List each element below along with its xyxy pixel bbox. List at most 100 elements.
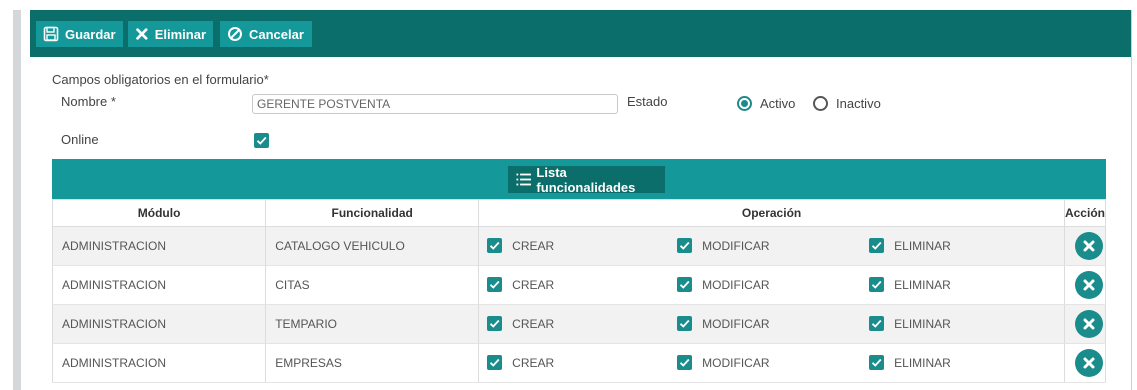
delete-circle-icon <box>1083 279 1095 291</box>
op-eliminar-checkbox[interactable]: ELIMINAR <box>869 238 951 253</box>
functionalities-table: Módulo Funcionalidad Operación Acción AD… <box>51 199 1107 383</box>
nombre-input[interactable] <box>252 94 618 114</box>
op-crear-checkbox[interactable]: CREAR <box>487 277 554 292</box>
op-modificar-checkbox[interactable]: MODIFICAR <box>677 316 770 331</box>
cell-operaciones: CREAR MODIFICAR ELIMINAR <box>478 265 1065 305</box>
save-button[interactable]: Guardar <box>36 21 123 47</box>
header-modulo: Módulo <box>51 199 267 227</box>
delete-row-button[interactable] <box>1075 271 1104 299</box>
cell-modulo: ADMINISTRACION <box>51 265 267 305</box>
cell-modulo: ADMINISTRACION <box>51 304 267 344</box>
cell-operaciones: CREAR MODIFICAR ELIMINAR <box>478 343 1065 383</box>
checkbox <box>487 316 503 331</box>
save-label: Guardar <box>65 26 116 42</box>
op-crear-checkbox[interactable]: CREAR <box>487 316 554 331</box>
cell-accion <box>1063 343 1107 383</box>
close-icon <box>136 28 148 40</box>
checkbox-checked-icon <box>872 358 882 367</box>
op-eliminar-checkbox[interactable]: ELIMINAR <box>869 355 951 370</box>
checkbox-checked-icon <box>680 280 690 289</box>
nombre-label: Nombre * <box>61 94 116 109</box>
op-crear-label: CREAR <box>512 316 555 331</box>
checkbox <box>869 277 885 292</box>
checkbox-checked-icon <box>490 358 500 367</box>
op-eliminar-label: ELIMINAR <box>894 277 951 292</box>
checkbox <box>869 355 885 370</box>
op-modificar-label: MODIFICAR <box>702 238 770 253</box>
table-row: ADMINISTRACION TEMPARIO CREAR MODIFICAR ELIM… <box>51 304 1107 344</box>
checkbox <box>487 355 503 370</box>
cell-funcionalidad: TEMPARIO <box>265 304 480 344</box>
cancel-label: Cancelar <box>249 26 304 42</box>
op-modificar-label: MODIFICAR <box>702 277 770 292</box>
cell-funcionalidad: EMPRESAS <box>265 343 480 383</box>
cell-accion <box>1063 304 1107 344</box>
table-header-row: Módulo Funcionalidad Operación Acción <box>51 199 1107 227</box>
cell-funcionalidad: CITAS <box>265 265 480 305</box>
list-functionalities-button[interactable]: Lista funcionalidades <box>508 164 665 195</box>
radio-unselected-icon <box>813 96 828 111</box>
list-functionalities-label: Lista funcionalidades <box>536 164 636 195</box>
checkbox-checked-icon <box>872 280 882 289</box>
delete-button[interactable]: Eliminar <box>128 21 213 47</box>
header-funcionalidad: Funcionalidad <box>265 199 480 227</box>
delete-label: Eliminar <box>154 26 206 42</box>
op-eliminar-label: ELIMINAR <box>894 316 951 331</box>
list-icon <box>516 173 531 186</box>
form-title: Campos obligatorios en el formulario* <box>52 72 269 87</box>
op-crear-label: CREAR <box>512 277 555 292</box>
op-crear-checkbox[interactable]: CREAR <box>487 238 554 253</box>
op-modificar-checkbox[interactable]: MODIFICAR <box>677 355 770 370</box>
delete-circle-icon <box>1083 240 1095 252</box>
cancel-button[interactable]: Cancelar <box>220 21 312 47</box>
estado-label: Estado <box>627 94 668 109</box>
op-eliminar-label: ELIMINAR <box>894 238 951 253</box>
radio-selected-icon <box>737 96 752 111</box>
table-row: ADMINISTRACION CATALOGO VEHICULO CREAR MODI… <box>51 226 1107 266</box>
left-border-stripe <box>13 10 21 390</box>
cell-operaciones: CREAR MODIFICAR ELIMINAR <box>478 226 1065 266</box>
estado-inactivo-radio[interactable]: Inactivo <box>813 96 881 111</box>
delete-row-button[interactable] <box>1075 349 1104 377</box>
checkbox-checked-icon <box>680 319 690 328</box>
op-modificar-checkbox[interactable]: MODIFICAR <box>677 238 770 253</box>
estado-activo-radio[interactable]: Activo <box>737 96 795 111</box>
checkbox <box>487 277 503 292</box>
op-eliminar-checkbox[interactable]: ELIMINAR <box>869 277 951 292</box>
op-eliminar-label: ELIMINAR <box>894 355 951 370</box>
estado-activo-label: Activo <box>760 96 796 111</box>
header-accion: Acción <box>1063 199 1107 227</box>
checkbox-checked-icon <box>872 319 882 328</box>
cell-accion <box>1063 226 1107 266</box>
op-eliminar-checkbox[interactable]: ELIMINAR <box>869 316 951 331</box>
checkbox <box>487 238 503 253</box>
delete-row-button[interactable] <box>1075 232 1104 260</box>
delete-circle-icon <box>1083 318 1095 330</box>
online-checkbox[interactable] <box>254 133 269 148</box>
delete-circle-icon <box>1083 357 1095 369</box>
checkbox-checked-icon <box>872 241 882 250</box>
checkbox-checked-icon <box>490 319 500 328</box>
save-icon <box>43 26 59 42</box>
cell-modulo: ADMINISTRACION <box>51 226 267 266</box>
op-modificar-label: MODIFICAR <box>702 316 770 331</box>
header-operacion: Operación <box>478 199 1065 227</box>
delete-row-button[interactable] <box>1075 310 1104 338</box>
checkbox-checked-icon <box>490 241 500 250</box>
checkbox <box>677 355 693 370</box>
op-modificar-checkbox[interactable]: MODIFICAR <box>677 277 770 292</box>
cell-funcionalidad: CATALOGO VEHICULO <box>265 226 480 266</box>
cell-accion <box>1063 265 1107 305</box>
toolbar: Guardar Eliminar Cancelar <box>30 10 1131 57</box>
op-crear-checkbox[interactable]: CREAR <box>487 355 554 370</box>
cell-modulo: ADMINISTRACION <box>51 343 267 383</box>
estado-inactivo-label: Inactivo <box>836 96 881 111</box>
checkbox-checked-icon <box>490 280 500 289</box>
table-row: ADMINISTRACION CITAS CREAR MODIFICAR ELIMINA… <box>51 265 1107 305</box>
op-crear-label: CREAR <box>512 355 555 370</box>
checkbox-checked-icon <box>256 136 267 145</box>
op-modificar-label: MODIFICAR <box>702 355 770 370</box>
cell-operaciones: CREAR MODIFICAR ELIMINAR <box>478 304 1065 344</box>
right-border-line <box>1131 10 1132 390</box>
checkbox <box>677 238 693 253</box>
